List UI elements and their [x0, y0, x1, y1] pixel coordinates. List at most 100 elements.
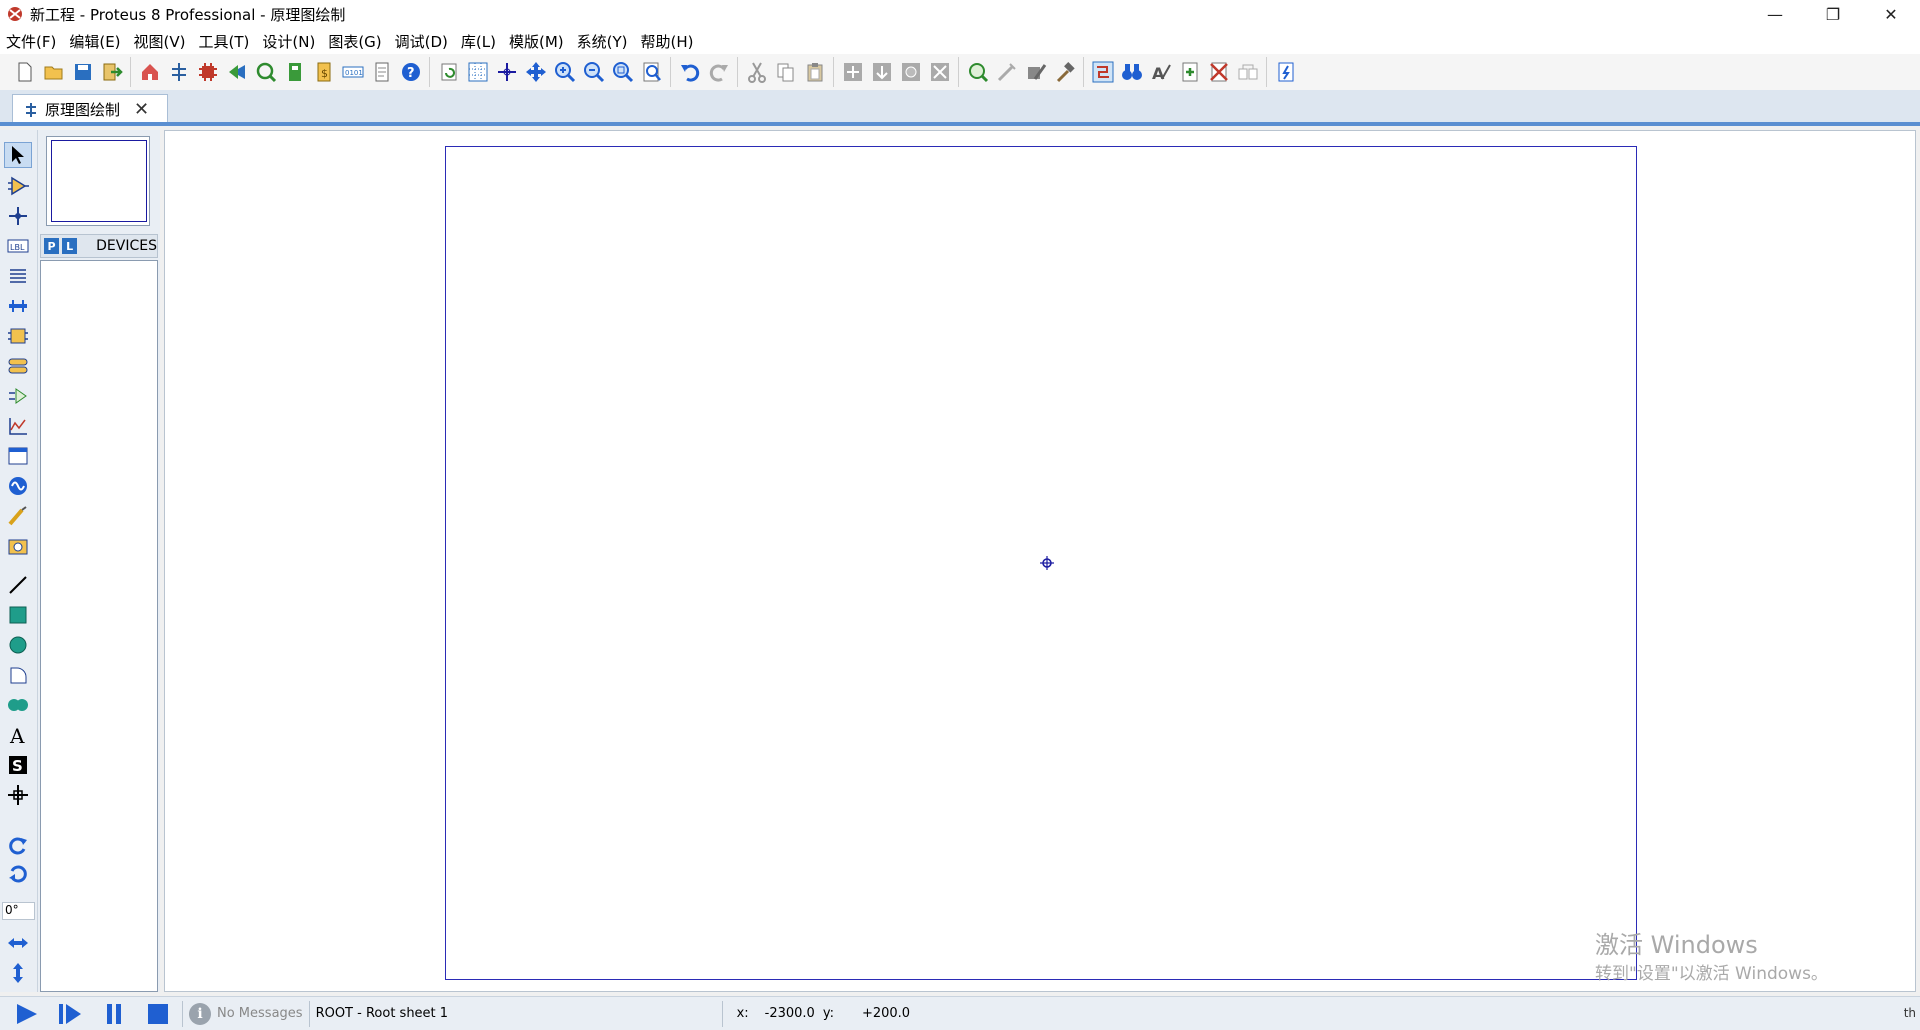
menu-tools[interactable]: 工具(T) — [199, 31, 250, 52]
source-code-button[interactable]: 0101 — [338, 57, 367, 87]
device-pins-mode-button[interactable] — [4, 383, 32, 409]
schematic-editing-window[interactable]: 激活 Windows 转到"设置"以激活 Windows。 — [164, 130, 1916, 992]
marker-mode-button[interactable] — [4, 782, 32, 808]
mirror-vertical-button[interactable] — [4, 960, 32, 986]
design-explorer-button[interactable] — [280, 57, 309, 87]
grid-toggle-button[interactable] — [463, 57, 492, 87]
virtual-instruments-mode-button[interactable] — [4, 533, 32, 559]
pan-button[interactable] — [521, 57, 550, 87]
terminals-mode-button[interactable] — [4, 353, 32, 379]
new-sheet-button[interactable] — [1175, 57, 1204, 87]
generator-mode-button[interactable] — [4, 473, 32, 499]
block-delete-button[interactable] — [925, 57, 954, 87]
run-simulation-button[interactable] — [8, 999, 44, 1029]
rotate-clockwise-button[interactable] — [4, 832, 32, 858]
home-page-button[interactable] — [135, 57, 164, 87]
message-count[interactable]: No Messages — [217, 1006, 303, 1021]
symbol-mode-button[interactable]: S — [4, 752, 32, 778]
zoom-area-button[interactable] — [637, 57, 666, 87]
overview-window[interactable] — [46, 136, 150, 226]
probe-icon — [8, 506, 27, 526]
selection-mode-button[interactable] — [4, 142, 32, 168]
3d-icon — [228, 65, 245, 79]
tab-schematic-capture[interactable]: 原理图绘制 ✕ — [12, 94, 168, 124]
junction-dot-mode-button[interactable] — [4, 203, 32, 229]
property-assignment-button[interactable]: A — [1146, 57, 1175, 87]
menu-view[interactable]: 视图(V) — [134, 31, 186, 52]
wire-label-mode-button[interactable]: LBL — [4, 233, 32, 259]
cut-button[interactable] — [742, 57, 771, 87]
graph-mode-button[interactable] — [4, 413, 32, 439]
menu-file[interactable]: 文件(F) — [6, 31, 56, 52]
search-tag-button[interactable] — [1117, 57, 1146, 87]
subcircuit-mode-button[interactable] — [4, 323, 32, 349]
pick-devices-button[interactable]: P — [44, 238, 60, 254]
remove-sheet-button[interactable] — [1204, 57, 1233, 87]
menu-template[interactable]: 模版(M) — [509, 31, 564, 52]
close-button[interactable]: ✕ — [1862, 0, 1920, 28]
pcb-layout-button[interactable] — [193, 57, 222, 87]
library-manager-button[interactable]: L — [62, 238, 78, 254]
step-simulation-button[interactable] — [52, 999, 88, 1029]
3d-viewer-button[interactable] — [222, 57, 251, 87]
probe-mode-button[interactable] — [4, 503, 32, 529]
menu-edit[interactable]: 编辑(E) — [69, 31, 120, 52]
menu-help[interactable]: 帮助(H) — [641, 31, 694, 52]
active-popup-mode-button[interactable] — [4, 443, 32, 469]
copy-button[interactable] — [771, 57, 800, 87]
help-button[interactable]: ? — [396, 57, 425, 87]
stop-simulation-button[interactable] — [140, 999, 176, 1029]
device-list[interactable] — [40, 260, 158, 992]
electrical-rule-check-button[interactable] — [1271, 57, 1300, 87]
text-mode-button[interactable]: A — [4, 722, 32, 748]
zoom-all-button[interactable] — [608, 57, 637, 87]
line-mode-button[interactable] — [4, 572, 32, 598]
block-copy-button[interactable] — [838, 57, 867, 87]
menu-design[interactable]: 设计(N) — [262, 31, 315, 52]
component-mode-button[interactable] — [4, 173, 32, 199]
pause-simulation-button[interactable] — [96, 999, 132, 1029]
zoom-out-button[interactable] — [579, 57, 608, 87]
wire-autorouter-button[interactable] — [1088, 57, 1117, 87]
mirror-horizontal-icon — [8, 938, 28, 948]
menu-system[interactable]: 系统(Y) — [577, 31, 628, 52]
paste-button[interactable] — [800, 57, 829, 87]
undo-button[interactable] — [675, 57, 704, 87]
block-move-button[interactable] — [867, 57, 896, 87]
menu-graph[interactable]: 图表(G) — [328, 31, 381, 52]
rotate-anticlockwise-button[interactable] — [4, 862, 32, 888]
info-icon[interactable]: i — [189, 1002, 211, 1025]
block-rotate-button[interactable] — [896, 57, 925, 87]
import-button[interactable] — [97, 57, 126, 87]
path-mode-button[interactable] — [4, 692, 32, 718]
arc-icon — [10, 667, 27, 684]
text-script-mode-button[interactable] — [4, 263, 32, 289]
new-file-button[interactable] — [10, 57, 39, 87]
schematic-capture-button[interactable] — [164, 57, 193, 87]
exit-to-parent-button[interactable] — [1233, 57, 1262, 87]
menu-library[interactable]: 库(L) — [461, 31, 496, 52]
circle-mode-button[interactable] — [4, 632, 32, 658]
open-file-button[interactable] — [39, 57, 68, 87]
zoom-in-button[interactable] — [550, 57, 579, 87]
arc-mode-button[interactable] — [4, 662, 32, 688]
packaging-tool-button[interactable] — [1021, 57, 1050, 87]
gerber-viewer-button[interactable] — [251, 57, 280, 87]
bill-of-materials-button[interactable]: $ — [309, 57, 338, 87]
notes-button[interactable] — [367, 57, 396, 87]
save-button[interactable] — [68, 57, 97, 87]
minimize-button[interactable]: — — [1746, 0, 1804, 28]
mirror-horizontal-button[interactable] — [4, 930, 32, 956]
buses-mode-button[interactable] — [4, 293, 32, 319]
decompose-button[interactable] — [1050, 57, 1079, 87]
redo-button[interactable] — [704, 57, 733, 87]
box-mode-button[interactable] — [4, 602, 32, 628]
make-device-button[interactable] — [992, 57, 1021, 87]
tab-close-icon[interactable]: ✕ — [134, 99, 149, 120]
rotation-angle-field[interactable]: 0° — [2, 902, 35, 920]
redraw-button[interactable] — [434, 57, 463, 87]
restore-button[interactable]: ❐ — [1804, 0, 1862, 28]
menu-debug[interactable]: 调试(D) — [395, 31, 448, 52]
pick-device-button[interactable] — [963, 57, 992, 87]
origin-button[interactable] — [492, 57, 521, 87]
